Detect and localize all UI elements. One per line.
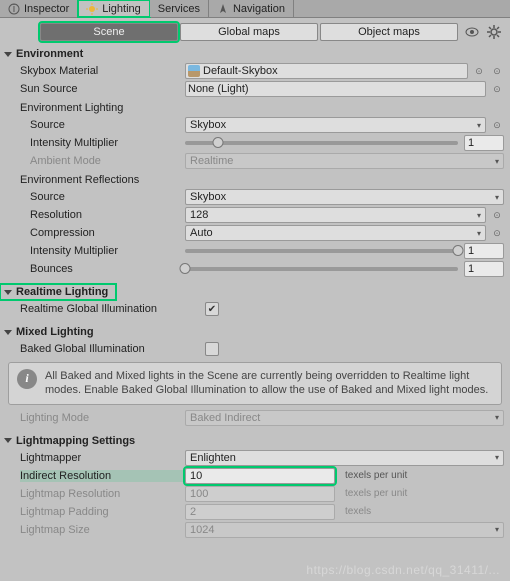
source-label: Source: [30, 119, 185, 131]
intensity-slider[interactable]: [185, 141, 458, 145]
reset-icon[interactable]: ⊙: [490, 226, 504, 240]
compression-label: Compression: [30, 227, 185, 239]
sun-source-field[interactable]: None (Light): [185, 81, 486, 97]
navigation-icon: [217, 3, 229, 15]
environment-header[interactable]: Environment: [0, 46, 510, 62]
info-icon: i: [17, 369, 37, 389]
lighting-mode-label: Lighting Mode: [20, 412, 185, 424]
chevron-down-icon: ▾: [495, 413, 499, 422]
suffix-label: texels per unit: [345, 488, 407, 499]
suffix-label: texels per unit: [345, 470, 407, 481]
editor-tab-bar: i Inspector Lighting Services Navigation: [0, 0, 510, 18]
bounces-slider[interactable]: [185, 267, 458, 271]
lightmap-padding-field: 2: [185, 504, 335, 520]
foldout-icon: [4, 330, 12, 335]
indirect-resolution-label: Indirect Resolution: [20, 470, 185, 482]
object-picker-icon[interactable]: ⊙: [472, 64, 486, 78]
intensity-multiplier-label: Intensity Multiplier: [30, 137, 185, 149]
compression-dropdown[interactable]: Auto▾: [185, 225, 486, 241]
reset-icon[interactable]: ⊙: [490, 64, 504, 78]
lightmap-padding-label: Lightmap Padding: [20, 506, 185, 518]
chevron-down-icon: ▾: [477, 121, 481, 130]
slider-thumb[interactable]: [180, 263, 191, 274]
help-box: i All Baked and Mixed lights in the Scen…: [8, 362, 502, 405]
svg-text:i: i: [13, 3, 15, 15]
lightmap-size-label: Lightmap Size: [20, 524, 185, 536]
bounces-value-field[interactable]: 1: [464, 261, 504, 277]
resolution-label: Resolution: [30, 209, 185, 221]
resolution-dropdown[interactable]: 128▾: [185, 207, 486, 223]
lightmap-resolution-label: Lightmap Resolution: [20, 488, 185, 500]
foldout-icon: [4, 52, 12, 57]
skybox-material-label: Skybox Material: [20, 65, 185, 77]
refl-intensity-label: Intensity Multiplier: [30, 245, 185, 257]
tab-services[interactable]: Services: [150, 0, 209, 17]
intensity-value-field[interactable]: 1: [464, 135, 504, 151]
slider-thumb[interactable]: [212, 137, 223, 148]
lightmap-size-dropdown: 1024▾: [185, 522, 504, 538]
refl-intensity-value-field[interactable]: 1: [464, 243, 504, 259]
gear-icon[interactable]: [486, 24, 502, 40]
env-lighting-subheader: Environment Lighting: [0, 98, 510, 116]
object-picker-icon[interactable]: ⊙: [490, 82, 504, 96]
ambient-mode-dropdown: Realtime▾: [185, 153, 504, 169]
ambient-mode-label: Ambient Mode: [30, 155, 185, 167]
chevron-down-icon: ▾: [477, 229, 481, 238]
mode-global-maps-button[interactable]: Global maps: [180, 23, 318, 41]
lightmapping-settings-header[interactable]: Lightmapping Settings: [0, 433, 510, 449]
refl-source-label: Source: [30, 191, 185, 203]
lighting-mode-toolbar: Scene Global maps Object maps: [0, 18, 510, 46]
help-text: All Baked and Mixed lights in the Scene …: [45, 369, 493, 398]
env-reflections-subheader: Environment Reflections: [0, 170, 510, 188]
refl-intensity-slider[interactable]: [185, 249, 458, 253]
mixed-lighting-header[interactable]: Mixed Lighting: [0, 324, 510, 340]
tab-label: Inspector: [24, 3, 69, 15]
refl-source-dropdown[interactable]: Skybox▾: [185, 189, 504, 205]
sun-icon: [86, 3, 98, 15]
indirect-resolution-field[interactable]: 10: [185, 468, 335, 484]
chevron-down-icon: ▾: [495, 525, 499, 534]
lightmap-resolution-field: 100: [185, 486, 335, 502]
tab-label: Services: [158, 3, 200, 15]
bgi-checkbox[interactable]: [205, 342, 219, 356]
realtime-lighting-header[interactable]: Realtime Lighting: [0, 284, 116, 300]
tab-lighting[interactable]: Lighting: [78, 0, 150, 17]
reset-icon[interactable]: ⊙: [490, 118, 504, 132]
tab-navigation[interactable]: Navigation: [209, 0, 294, 17]
chevron-down-icon: ▾: [495, 193, 499, 202]
sun-source-label: Sun Source: [20, 83, 185, 95]
slider-thumb[interactable]: [453, 245, 464, 256]
env-lighting-source-dropdown[interactable]: Skybox▾: [185, 117, 486, 133]
chevron-down-icon: ▾: [495, 453, 499, 462]
chevron-down-icon: ▾: [495, 157, 499, 166]
tab-label: Lighting: [102, 3, 141, 15]
foldout-icon: [4, 290, 12, 295]
info-icon: i: [8, 3, 20, 15]
mode-scene-button[interactable]: Scene: [40, 23, 178, 41]
bounces-label: Bounces: [30, 263, 185, 275]
rgi-checkbox[interactable]: ✔: [205, 302, 219, 316]
mode-object-maps-button[interactable]: Object maps: [320, 23, 458, 41]
lightmapper-dropdown[interactable]: Enlighten▾: [185, 450, 504, 466]
reset-icon[interactable]: ⊙: [490, 208, 504, 222]
lighting-mode-dropdown: Baked Indirect▾: [185, 410, 504, 426]
tab-inspector[interactable]: i Inspector: [0, 0, 78, 17]
tab-label: Navigation: [233, 3, 285, 15]
lightmapper-label: Lightmapper: [20, 452, 185, 464]
foldout-icon: [4, 438, 12, 443]
skybox-material-field[interactable]: Default-Skybox: [185, 63, 468, 79]
watermark: https://blog.csdn.net/qq_31411/...: [306, 563, 500, 577]
eye-icon[interactable]: [464, 24, 480, 40]
check-icon: ✔: [208, 304, 216, 315]
chevron-down-icon: ▾: [477, 211, 481, 220]
rgi-label: Realtime Global Illumination: [20, 303, 205, 315]
skybox-icon: [188, 65, 200, 77]
bgi-label: Baked Global Illumination: [20, 343, 205, 355]
suffix-label: texels: [345, 506, 371, 517]
